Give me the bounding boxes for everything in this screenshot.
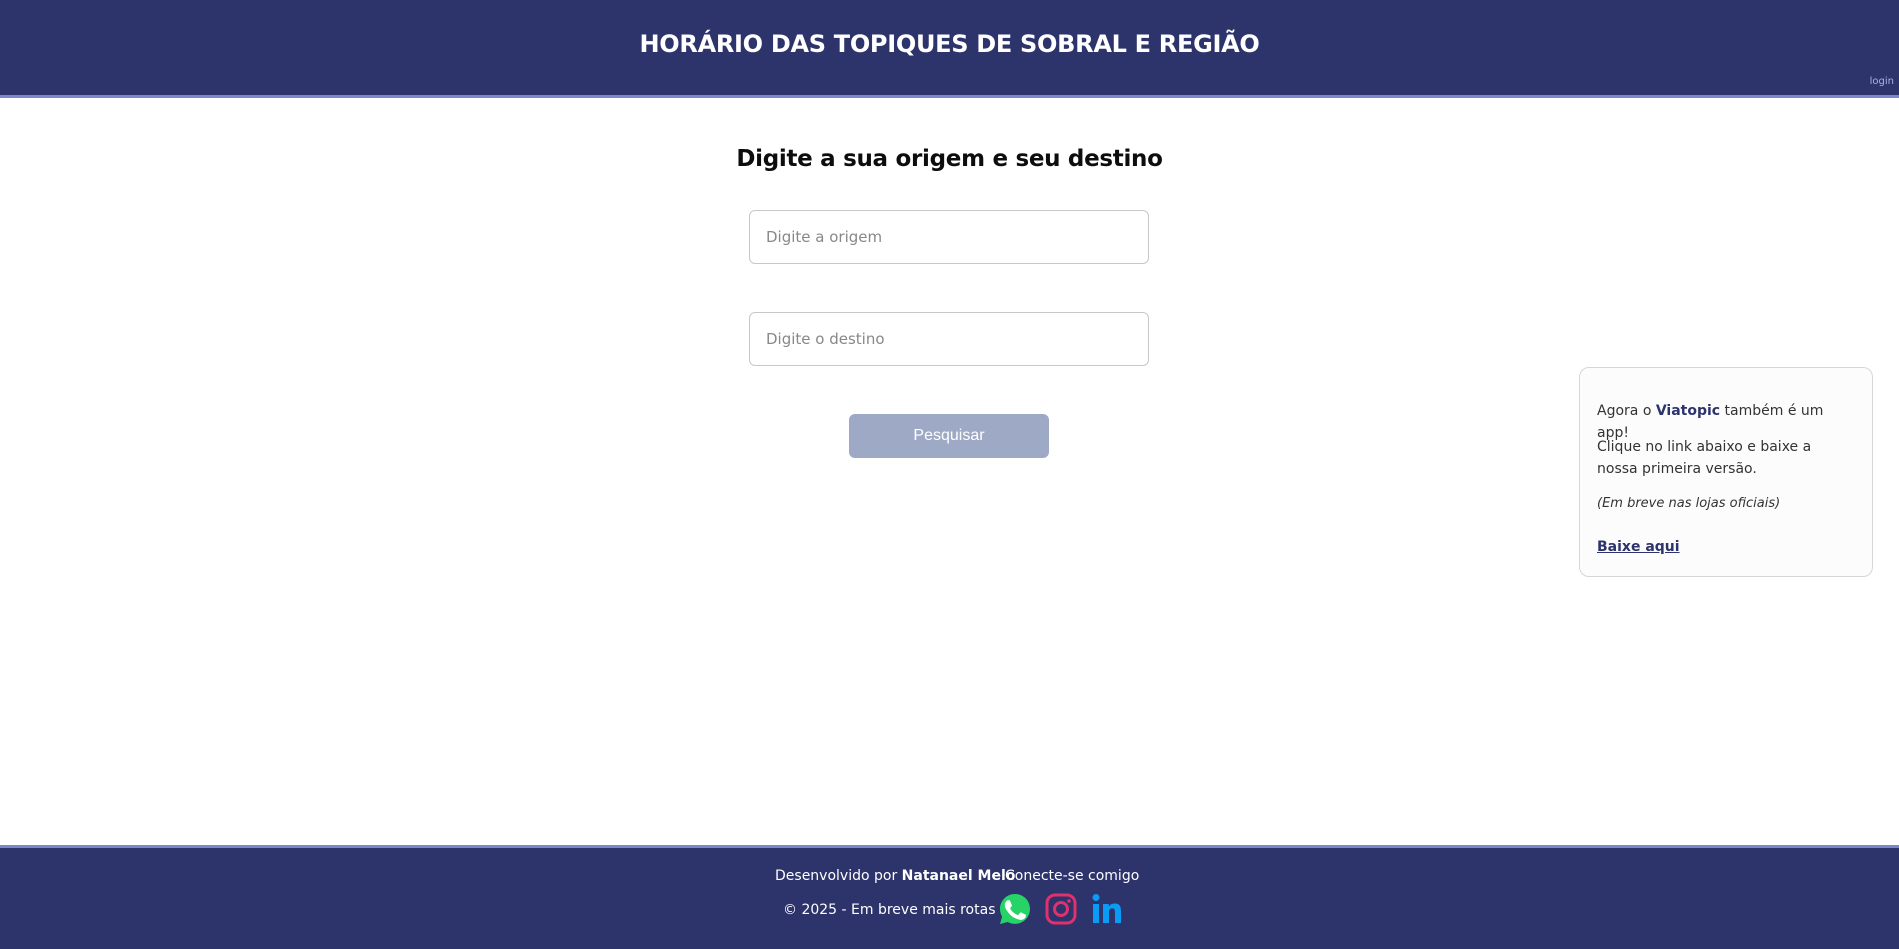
app-promo-card: Agora o Viatopic também é um app! Clique… bbox=[1579, 367, 1873, 577]
promo-description: Clique no link abaixo e baixe a nossa pr… bbox=[1597, 439, 1812, 477]
site-footer: Desenvolvido por Natanael Melo © 2025 - … bbox=[0, 845, 1899, 949]
origin-input[interactable] bbox=[749, 210, 1149, 264]
site-header: HORÁRIO DAS TOPIQUES DE SOBRAL E REGIÃO … bbox=[0, 0, 1899, 98]
search-form-title: Digite a sua origem e seu destino bbox=[736, 146, 1163, 172]
promo-note: (Em breve nas lojas oficiais) bbox=[1597, 496, 1781, 511]
copyright-text: © 2025 - Em breve mais rotas bbox=[783, 902, 996, 918]
search-button[interactable]: Pesquisar bbox=[849, 414, 1049, 458]
developer-name: Natanael Melo bbox=[901, 868, 1016, 884]
connect-label: Conecte-se comigo bbox=[1005, 868, 1140, 884]
linkedin-icon[interactable] bbox=[1090, 892, 1124, 926]
promo-brand: Viatopic bbox=[1655, 403, 1721, 419]
login-link[interactable]: login bbox=[1870, 76, 1894, 87]
destination-input[interactable] bbox=[749, 312, 1149, 366]
instagram-icon[interactable] bbox=[1044, 892, 1078, 926]
download-link[interactable]: Baixe aqui bbox=[1597, 539, 1680, 555]
whatsapp-icon[interactable] bbox=[998, 892, 1032, 926]
site-title: HORÁRIO DAS TOPIQUES DE SOBRAL E REGIÃO bbox=[639, 30, 1260, 58]
developer-credit: Desenvolvido por Natanael Melo bbox=[775, 868, 1016, 884]
